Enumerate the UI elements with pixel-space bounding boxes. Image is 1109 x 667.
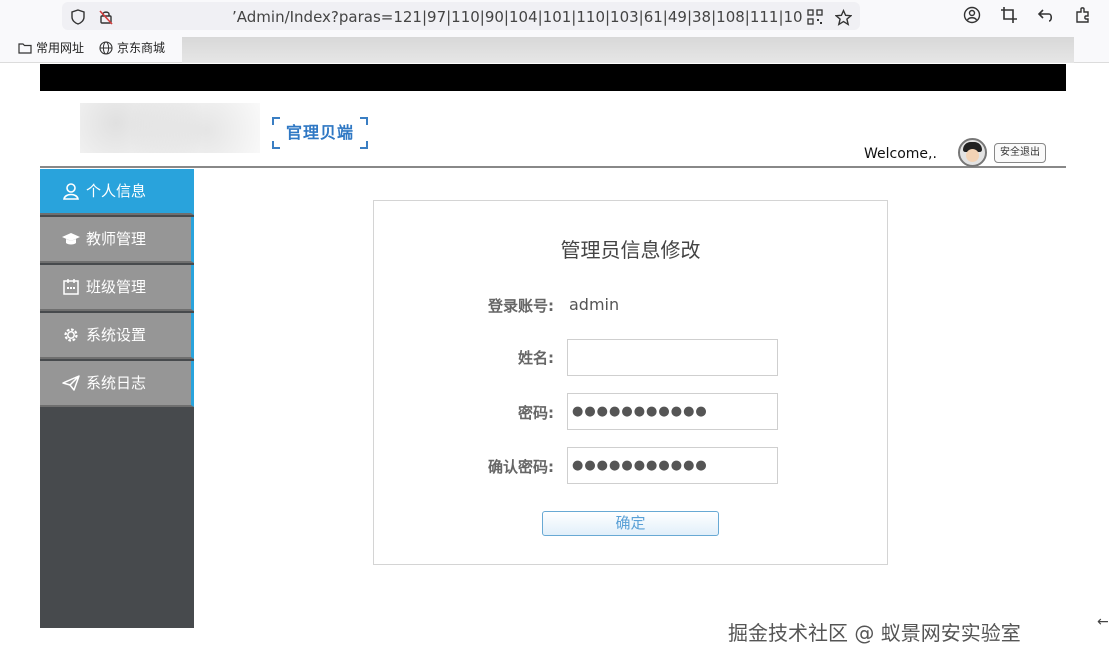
browser-toolbar: ’Admin/Index?paras=121|97|110|90|104|101…: [0, 0, 1109, 33]
address-bar[interactable]: ’Admin/Index?paras=121|97|110|90|104|101…: [62, 2, 860, 30]
sidebar-item-label: 班级管理: [86, 278, 147, 296]
welcome-text: Welcome,.: [864, 146, 937, 162]
graduation-cap-icon: [62, 233, 80, 245]
folder-icon: [18, 43, 32, 54]
gear-icon: [64, 328, 78, 342]
confirm-password-label: 确认密码:: [488, 458, 554, 476]
crop-icon[interactable]: [1000, 6, 1018, 24]
watermark: 掘金技术社区 @ 蚁景网安实验室: [728, 621, 1021, 645]
user-icon: [63, 183, 79, 200]
sidebar-item-teachers[interactable]: 教师管理: [40, 217, 194, 263]
shield-icon[interactable]: [70, 9, 86, 25]
screenshot-root: ’Admin/Index?paras=121|97|110|90|104|101…: [0, 0, 1109, 667]
logo: 官理贝端: [272, 117, 368, 149]
name-label: 姓名:: [518, 349, 554, 367]
sidebar-item-classes[interactable]: 班级管理: [40, 265, 194, 311]
password-label: 密码:: [518, 404, 554, 422]
account-icon[interactable]: [963, 6, 981, 24]
lock-slash-icon[interactable]: [98, 9, 114, 25]
bookmark-item[interactable]: 京东商城: [117, 41, 165, 55]
account-value: admin: [569, 295, 620, 314]
bookmark-item[interactable]: 常用网址: [36, 41, 84, 55]
account-label: 登录账号:: [488, 297, 554, 315]
extensions-icon[interactable]: [1074, 6, 1092, 24]
sidebar-item-label: 系统设置: [86, 326, 147, 344]
logo-text: 官理贝端: [285, 123, 354, 142]
avatar[interactable]: [958, 138, 987, 167]
qr-code-icon[interactable]: [807, 9, 823, 25]
password-input[interactable]: [567, 393, 778, 430]
sidebar-item-settings[interactable]: 系统设置: [40, 313, 194, 359]
undo-icon[interactable]: [1037, 6, 1055, 24]
sidebar: 个人信息 教师管理 班级管理 系统设置 系统日志: [40, 169, 194, 628]
calendar-icon: [63, 279, 79, 295]
url-text[interactable]: ’Admin/Index?paras=121|97|110|90|104|101…: [232, 8, 802, 26]
name-input[interactable]: [567, 339, 778, 376]
sidebar-item-label: 教师管理: [86, 230, 147, 248]
logout-button[interactable]: 安全退出: [994, 143, 1046, 163]
redacted-bookmarks: [182, 37, 1074, 63]
paper-plane-icon: [62, 375, 80, 391]
sidebar-item-label: 个人信息: [86, 182, 147, 200]
logo-redacted: [80, 103, 260, 153]
globe-icon: [99, 41, 113, 55]
admin-info-form: 管理员信息修改 登录账号: admin 姓名: 密码: 确认密码: 确定: [373, 200, 888, 565]
page-top-band: [40, 64, 1066, 91]
sidebar-item-profile[interactable]: 个人信息: [40, 169, 194, 215]
arrow-left-icon: ←: [1097, 614, 1109, 630]
confirm-password-input[interactable]: [567, 447, 778, 484]
sidebar-item-label: 系统日志: [86, 374, 147, 392]
submit-button[interactable]: 确定: [542, 511, 719, 536]
form-title: 管理员信息修改: [560, 238, 701, 262]
sidebar-item-logs[interactable]: 系统日志: [40, 361, 194, 407]
star-icon[interactable]: [835, 9, 852, 26]
